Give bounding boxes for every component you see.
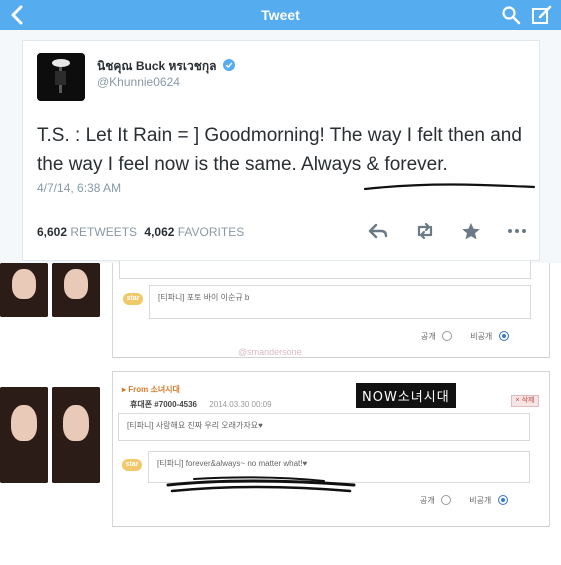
handwritten-scribble xyxy=(166,476,356,493)
reply-box: [티파니] 포토 바이 이순규 b xyxy=(149,285,531,319)
public-radio[interactable] xyxy=(441,331,452,341)
private-radio[interactable] xyxy=(498,331,509,341)
compose-icon[interactable] xyxy=(531,4,553,26)
visibility-options: 공개 비공개 xyxy=(421,331,509,342)
tweet-text: T.S. : Let It Rain = ] Goodmorning! The … xyxy=(37,125,522,175)
tweet-card: นิชคุณ Buck หรเวชกุล @Khunnie0624 T.S. :… xyxy=(22,40,540,261)
verified-badge-icon xyxy=(222,59,235,71)
retweets-label[interactable]: RETWEETS xyxy=(70,225,137,239)
tweet-stats: 6,602 RETWEETS 4,062 FAVORITES xyxy=(37,225,244,239)
star-badge: star xyxy=(122,459,142,471)
visibility-options: 공개 비공개 xyxy=(420,495,508,506)
reply-box-partial xyxy=(119,261,531,279)
handwritten-underline xyxy=(363,183,536,191)
screenshot-collage: Tweet นิชคุณ Buck หรเวชกุล @Khunnie0624 … xyxy=(0,0,561,565)
private-label: 비공개 xyxy=(469,496,492,505)
profile-photos-top xyxy=(0,263,102,321)
phone-number: 휴대폰 #7000-4536 xyxy=(130,400,198,409)
fancafe-screenshot: star [티파니] 포토 바이 이순규 b 공개 비공개 @smanderso… xyxy=(0,261,561,565)
star-badge: star xyxy=(123,293,143,305)
public-label: 공개 xyxy=(421,332,436,341)
nav-title: Tweet xyxy=(261,7,300,23)
message-text: [티파니] 사랑해요 진짜 우리 오래가자요♥ xyxy=(127,421,263,430)
profile-photo xyxy=(0,387,48,483)
user-handle[interactable]: @Khunnie0624 xyxy=(97,75,180,89)
tweet-area: นิชคุณ Buck หรเวชกุล @Khunnie0624 T.S. :… xyxy=(0,30,561,263)
display-name[interactable]: นิชคุณ Buck หรเวชกุล xyxy=(97,57,235,76)
from-label: ▸ From 소녀시대 xyxy=(122,385,180,394)
favorites-label[interactable]: FAVORITES xyxy=(178,225,244,239)
public-radio[interactable] xyxy=(440,495,451,505)
favorite-star-icon[interactable] xyxy=(460,221,482,241)
profile-photo xyxy=(52,263,100,317)
public-label: 공개 xyxy=(420,496,435,505)
watermark-text: @smandersone xyxy=(238,347,302,357)
private-label: 비공개 xyxy=(470,332,493,341)
display-name-text: นิชคุณ Buck หรเวชกุล xyxy=(97,59,217,73)
twitter-nav-bar: Tweet xyxy=(0,0,561,30)
favorites-count: 4,062 xyxy=(144,225,175,239)
sticker-label: NOW소녀시대 xyxy=(356,383,456,408)
reply-text: [티파니] 포토 바이 이순규 b xyxy=(158,293,250,302)
search-icon[interactable] xyxy=(501,5,521,25)
post-section-top: star [티파니] 포토 바이 이순규 b 공개 비공개 xyxy=(112,261,550,358)
message-box: [티파니] 사랑해요 진짜 우리 오래가자요♥ xyxy=(118,413,530,441)
profile-photo xyxy=(0,263,48,317)
retweets-count: 6,602 xyxy=(37,225,68,239)
more-icon[interactable] xyxy=(506,221,528,241)
reply-icon[interactable] xyxy=(367,221,389,241)
reply-text: [티파니] forever&always~ no matter what!♥ xyxy=(157,459,308,468)
post-meta: 휴대폰 #7000-4536 2014.03.30 00:09 xyxy=(130,399,272,410)
post-date: 2014.03.30 00:09 xyxy=(209,400,272,409)
tweet-timestamp: 4/7/14, 6:38 AM xyxy=(37,181,122,195)
private-radio[interactable] xyxy=(497,495,508,505)
delete-button[interactable]: × 삭제 xyxy=(511,395,539,407)
retweet-icon[interactable] xyxy=(414,221,436,241)
avatar[interactable] xyxy=(37,53,85,101)
profile-photo xyxy=(52,387,100,483)
